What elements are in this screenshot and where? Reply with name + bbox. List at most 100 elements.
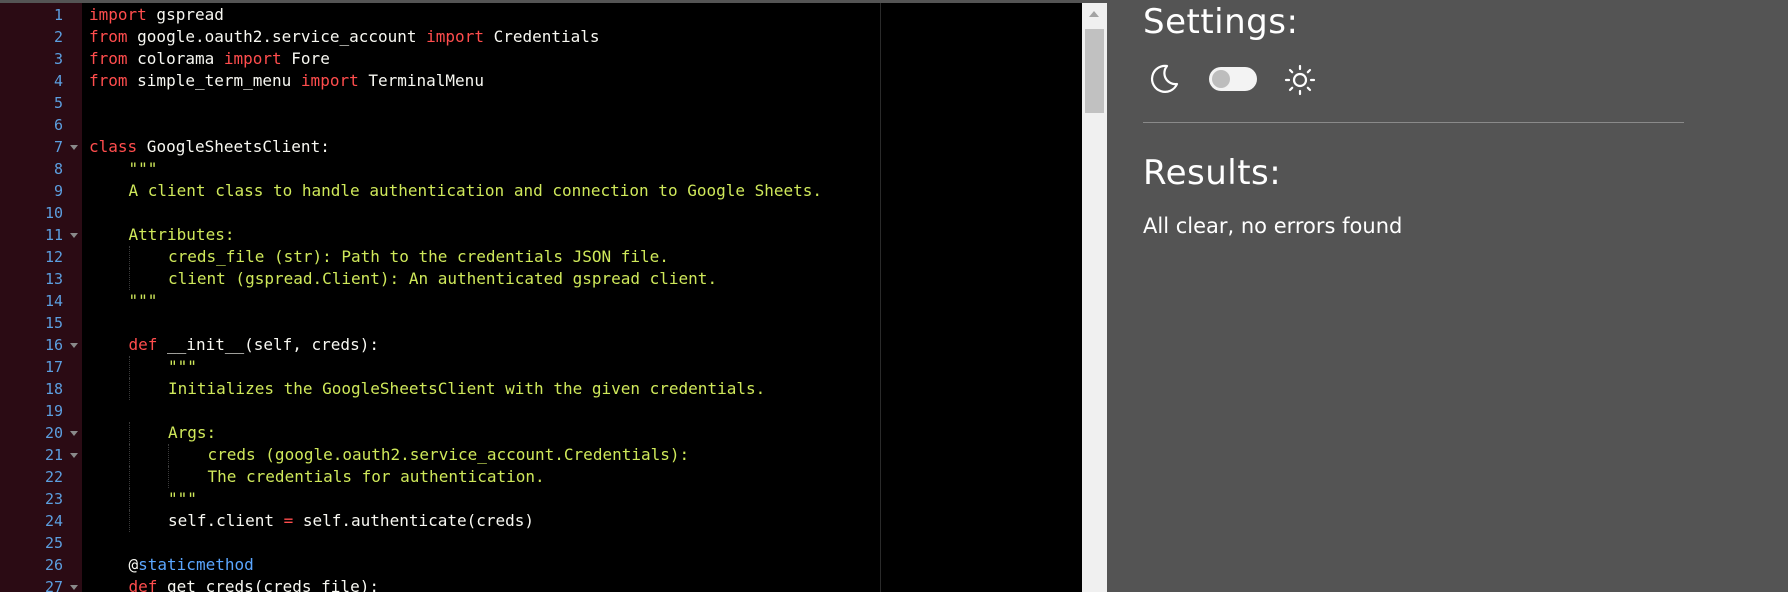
code-line[interactable]: 26 @staticmethod (0, 554, 1082, 576)
line-number: 3 (53, 50, 63, 68)
line-number: 26 (44, 556, 63, 574)
code-text: Initializes the GoogleSheetsClient with … (168, 378, 765, 400)
line-number: 17 (44, 358, 63, 376)
code-line[interactable]: 23 """ (0, 488, 1082, 510)
moon-icon (1150, 64, 1179, 93)
settings-heading: Settings: (1143, 2, 1299, 42)
code-token: client (gspread.Client): An authenticate… (168, 269, 718, 288)
code-token: staticmethod (138, 555, 254, 574)
code-token: colorama (127, 49, 224, 68)
results-message: All clear, no errors found (1143, 214, 1403, 238)
code-token: Fore (281, 49, 330, 68)
code-text: class GoogleSheetsClient: (89, 136, 330, 158)
code-text: def get_creds(creds_file): (129, 576, 379, 592)
code-line[interactable]: 5 (0, 92, 1082, 114)
code-token: import (300, 71, 359, 90)
code-token: from (89, 27, 128, 46)
code-line[interactable]: 16 def __init__(self, creds): (0, 334, 1082, 356)
line-number: 11 (44, 226, 63, 244)
code-token: The credentials for authentication. (207, 467, 545, 486)
code-token: def (128, 335, 158, 354)
fold-arrow-icon[interactable] (70, 233, 78, 238)
line-number: 4 (53, 72, 63, 90)
code-line[interactable]: 2 from google.oauth2.service_account impo… (0, 26, 1082, 48)
divider (1143, 122, 1684, 123)
code-line[interactable]: 1 import gspread (0, 4, 1082, 26)
line-number: 2 (53, 28, 63, 46)
code-line[interactable]: 9 A client class to handle authentication… (0, 180, 1082, 202)
code-token: from (89, 49, 128, 68)
code-line[interactable]: 17 """ (0, 356, 1082, 378)
scrollbar-thumb[interactable] (1085, 29, 1104, 113)
indent-guide (128, 444, 130, 466)
code-line[interactable]: 22 The credentials for authentication. (0, 466, 1082, 488)
line-number: 18 (44, 380, 63, 398)
code-token: A client class to handle authentication … (128, 181, 823, 200)
code-line[interactable]: 14 """ (0, 290, 1082, 312)
line-number: 6 (53, 116, 63, 134)
code-line[interactable]: 18 Initializes the GoogleSheetsClient wit… (0, 378, 1082, 400)
code-line[interactable]: 8 """ (0, 158, 1082, 180)
code-line[interactable]: 13 client (gspread.Client): An authentica… (0, 268, 1082, 290)
scroll-up-arrow-icon[interactable] (1089, 11, 1099, 17)
code-line[interactable]: 19 (0, 400, 1082, 422)
fold-arrow-icon[interactable] (70, 145, 78, 150)
results-panel: Settings: Results: All clear, no errors … (1107, 0, 1788, 592)
code-line[interactable]: 15 (0, 312, 1082, 334)
line-number: 15 (44, 314, 63, 332)
indent-guide (128, 356, 130, 378)
code-line[interactable]: 20 Args: (0, 422, 1082, 444)
code-token: get_creds(creds_file): (157, 577, 379, 592)
fold-arrow-icon[interactable] (70, 453, 78, 458)
line-number: 10 (44, 204, 63, 222)
code-token: creds_file (str): Path to the credential… (168, 247, 669, 266)
code-text: def __init__(self, creds): (129, 334, 379, 356)
code-line[interactable]: 21 creds (google.oauth2.service_account.C… (0, 444, 1082, 466)
code-token: Initializes the GoogleSheetsClient with … (168, 379, 766, 398)
code-text: import gspread (89, 4, 224, 26)
code-line[interactable]: 27 def get_creds(creds_file): (0, 576, 1082, 592)
line-number: 23 (44, 490, 63, 508)
code-line[interactable]: 12 creds_file (str): Path to the credenti… (0, 246, 1082, 268)
code-line[interactable]: 3 from colorama import Fore (0, 48, 1082, 70)
theme-toggle[interactable] (1209, 67, 1257, 91)
code-token: simple_term_menu (127, 71, 301, 90)
line-number: 20 (44, 424, 63, 442)
code-text: from simple_term_menu import TerminalMen… (89, 70, 484, 92)
code-line[interactable]: 7 class GoogleSheetsClient: (0, 136, 1082, 158)
code-line[interactable]: 4 from simple_term_menu import TerminalMe… (0, 70, 1082, 92)
code-text: """ (168, 488, 197, 510)
code-token: import (426, 27, 484, 46)
line-number: 12 (44, 248, 63, 266)
code-line[interactable]: 6 (0, 114, 1082, 136)
code-token: google.oauth2.service_account (127, 27, 427, 46)
line-number: 21 (44, 446, 63, 464)
line-number: 22 (44, 468, 63, 486)
fold-arrow-icon[interactable] (70, 585, 78, 590)
code-token: """ (128, 291, 158, 310)
code-token: self.client (168, 511, 284, 530)
code-text: creds_file (str): Path to the credential… (168, 246, 669, 268)
code-area[interactable]: 1 import gspread 2 from google.oauth2.servi… (0, 4, 1082, 592)
code-line[interactable]: 25 (0, 532, 1082, 554)
line-number: 9 (53, 182, 63, 200)
fold-arrow-icon[interactable] (70, 343, 78, 348)
code-editor[interactable]: 1 import gspread 2 from google.oauth2.servi… (0, 0, 1082, 592)
code-line[interactable]: 10 (0, 202, 1082, 224)
code-token: def (128, 577, 158, 592)
line-number: 19 (44, 402, 63, 420)
sun-icon (1284, 64, 1316, 96)
code-token: from (89, 71, 128, 90)
indent-guide (128, 378, 130, 400)
code-token: self.authenticate(creds) (293, 511, 535, 530)
editor-scrollbar[interactable] (1082, 3, 1107, 592)
code-line[interactable]: 11 Attributes: (0, 224, 1082, 246)
line-number: 14 (44, 292, 63, 310)
code-token: @ (128, 555, 139, 574)
line-number: 13 (44, 270, 63, 288)
code-text: """ (129, 158, 158, 180)
code-line[interactable]: 24 self.client = self.authenticate(creds) (0, 510, 1082, 532)
fold-arrow-icon[interactable] (70, 431, 78, 436)
code-token: TerminalMenu (358, 71, 484, 90)
indent-guide (128, 246, 130, 268)
